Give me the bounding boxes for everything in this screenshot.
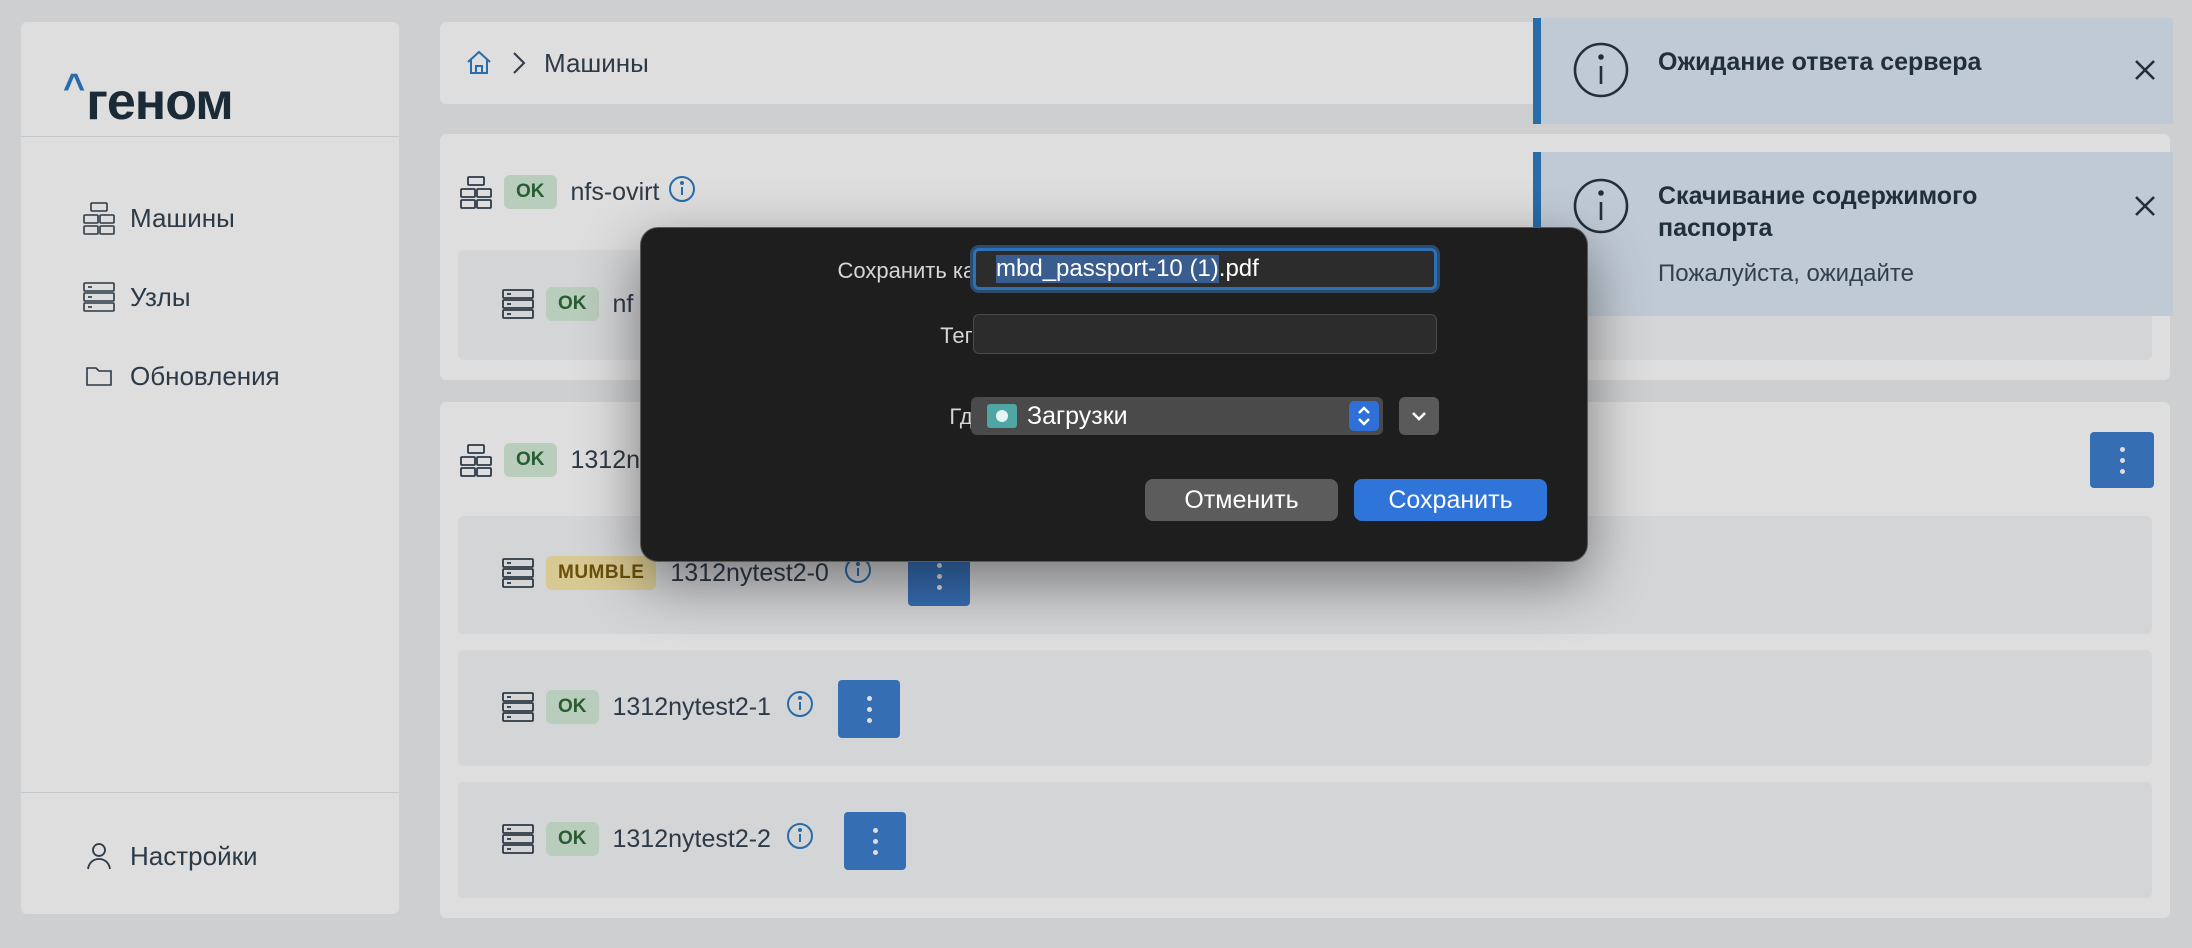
- tags-input[interactable]: [973, 314, 1437, 354]
- filename-extension: .pdf: [1218, 255, 1259, 282]
- save-button[interactable]: Сохранить: [1354, 479, 1547, 521]
- save-dialog: Сохранить как: mbd_passport-10 (1) .pdf Т…: [640, 227, 1588, 562]
- app-root: ^ геном Машины Узлы Обновления Настройки…: [0, 0, 2192, 948]
- filename-selected-text: mbd_passport-10 (1): [996, 255, 1219, 283]
- select-stepper-icon: [1349, 401, 1379, 431]
- save-as-label: Сохранить как:: [837, 258, 991, 283]
- expand-button[interactable]: [1399, 397, 1439, 435]
- downloads-folder-icon: [987, 404, 1017, 428]
- filename-input[interactable]: mbd_passport-10 (1) .pdf: [973, 248, 1437, 290]
- location-value: Загрузки: [1027, 401, 1128, 430]
- cancel-button[interactable]: Отменить: [1145, 479, 1338, 521]
- chevron-down-icon: [1412, 412, 1426, 421]
- location-select[interactable]: Загрузки: [971, 397, 1383, 435]
